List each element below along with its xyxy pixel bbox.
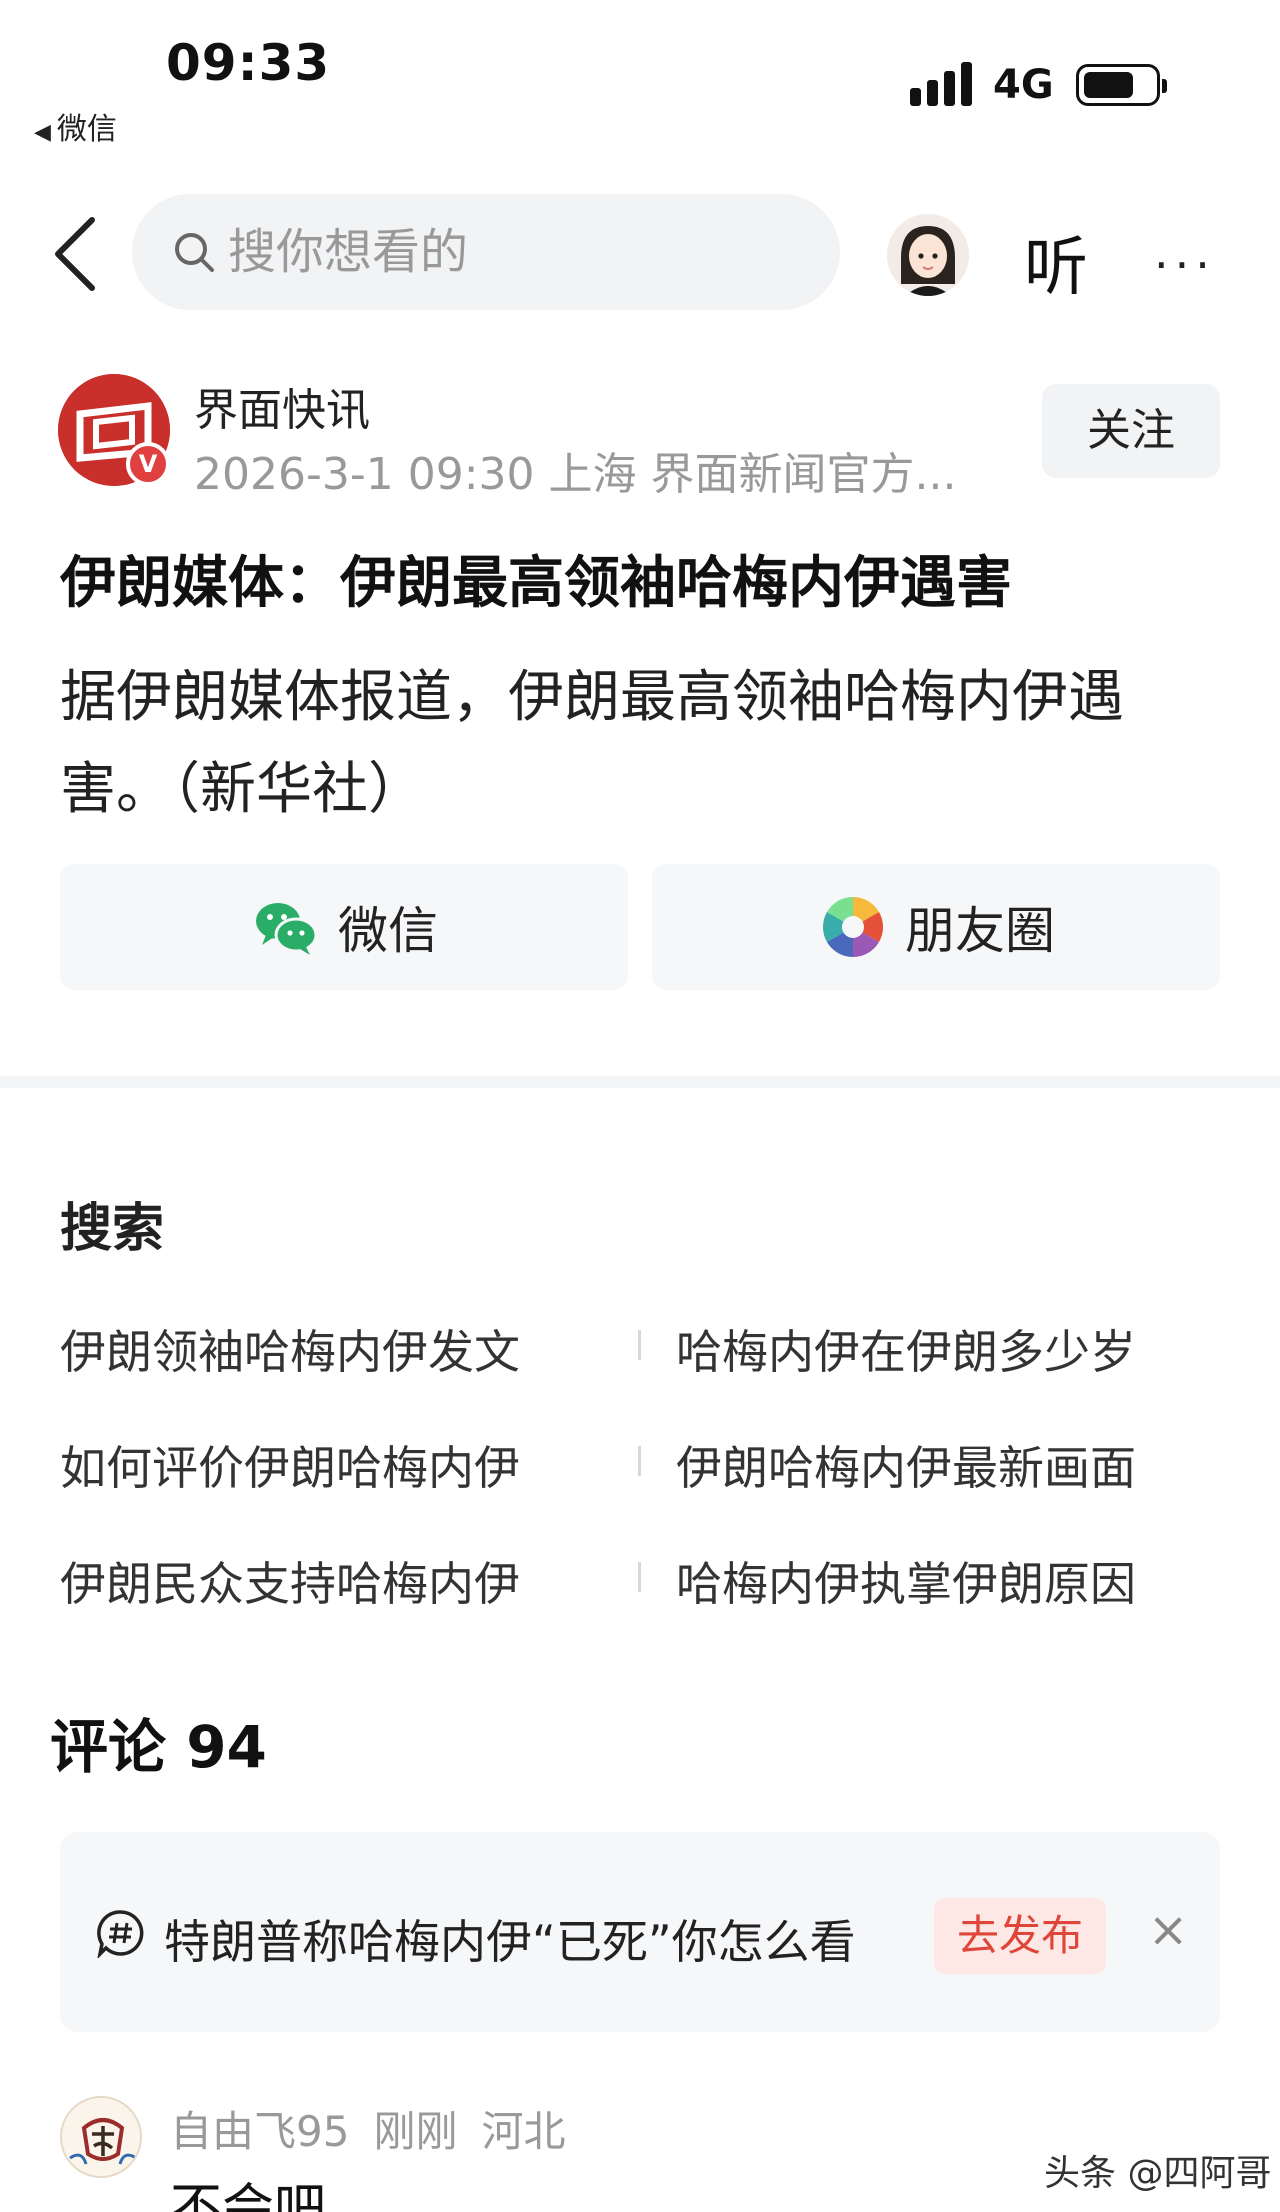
wechat-icon xyxy=(256,903,318,955)
listen-button[interactable]: 听 xyxy=(1024,216,1088,308)
moments-icon xyxy=(822,897,884,957)
user-avatar[interactable] xyxy=(887,214,969,296)
topic-prompt-card[interactable]: 特朗普称哈梅内伊“已死”你怎么看 去发布 × xyxy=(60,1832,1220,2032)
suggestion-separator xyxy=(638,1330,641,1360)
search-bar[interactable] xyxy=(132,194,840,310)
author-name[interactable]: 界面快讯 xyxy=(194,374,370,438)
follow-button[interactable]: 关注 xyxy=(1042,384,1220,478)
share-moments-button[interactable]: 朋友圈 xyxy=(652,864,1220,990)
comments-title: 评论 94 xyxy=(50,1713,267,1781)
search-input[interactable] xyxy=(228,224,788,280)
battery-level xyxy=(1084,72,1133,98)
search-suggestion[interactable]: 伊朗哈梅内伊最新画面 xyxy=(676,1432,1136,1498)
topic-text: 特朗普称哈梅内伊“已死”你怎么看 xyxy=(164,1915,856,1969)
back-to-app-link[interactable]: ◀ 微信 xyxy=(34,104,117,148)
section-divider xyxy=(0,1076,1280,1088)
comment-time: 刚刚 xyxy=(373,2107,458,2156)
user-avatar-image xyxy=(887,214,969,296)
search-suggestion[interactable]: 伊朗领袖哈梅内伊发文 xyxy=(60,1316,520,1382)
search-suggestion[interactable]: 哈梅内伊在伊朗多少岁 xyxy=(676,1316,1136,1382)
publish-button[interactable]: 去发布 xyxy=(934,1898,1106,1974)
comment-meta: 自由飞95 刚刚 河北 xyxy=(170,2098,589,2159)
search-icon xyxy=(175,233,214,272)
suggestion-separator xyxy=(638,1446,641,1476)
post-meta: 2026-3-1 09:30 上海 界面新闻官方... xyxy=(194,449,957,500)
commenter-avatar-image xyxy=(62,2098,140,2176)
more-options-icon[interactable]: ··· xyxy=(1154,238,1216,292)
article-body: 据伊朗媒体报道，伊朗最高领袖哈梅内伊遇害。（新华社） xyxy=(60,665,1124,822)
search-suggestion[interactable]: 哈梅内伊执掌伊朗原因 xyxy=(676,1548,1136,1614)
signal-strength-icon xyxy=(910,62,974,106)
share-wechat-button[interactable]: 微信 xyxy=(60,864,628,990)
network-type: 4G xyxy=(993,62,1054,108)
battery-icon xyxy=(1076,64,1167,106)
comment-location: 河北 xyxy=(481,2107,566,2156)
back-app-label: 微信 xyxy=(56,112,117,147)
suggestion-separator xyxy=(638,1562,641,1592)
search-suggestion[interactable]: 如何评价伊朗哈梅内伊 xyxy=(60,1432,520,1498)
search-suggestion[interactable]: 伊朗民众支持哈梅内伊 xyxy=(60,1548,520,1614)
status-time: 09:33 xyxy=(166,34,331,92)
commenter-avatar[interactable] xyxy=(60,2096,142,2178)
close-icon[interactable]: × xyxy=(1148,1902,1188,1958)
back-triangle-icon: ◀ xyxy=(34,120,51,145)
chevron-left-icon xyxy=(55,217,95,291)
share-moments-label: 朋友圈 xyxy=(905,902,1055,960)
comment-text: 不会吧 xyxy=(170,2179,327,2212)
verified-badge: V xyxy=(126,442,170,486)
article-title: 伊朗媒体：伊朗最高领袖哈梅内伊遇害 xyxy=(60,551,1012,616)
topic-hashtag-icon xyxy=(97,1910,144,1958)
watermark: 头条 @四阿哥 xyxy=(1044,2153,1272,2194)
back-button[interactable] xyxy=(50,214,100,294)
commenter-name[interactable]: 自由飞95 xyxy=(170,2107,349,2156)
search-section-title: 搜索 xyxy=(60,1199,165,1259)
share-wechat-label: 微信 xyxy=(338,902,438,960)
